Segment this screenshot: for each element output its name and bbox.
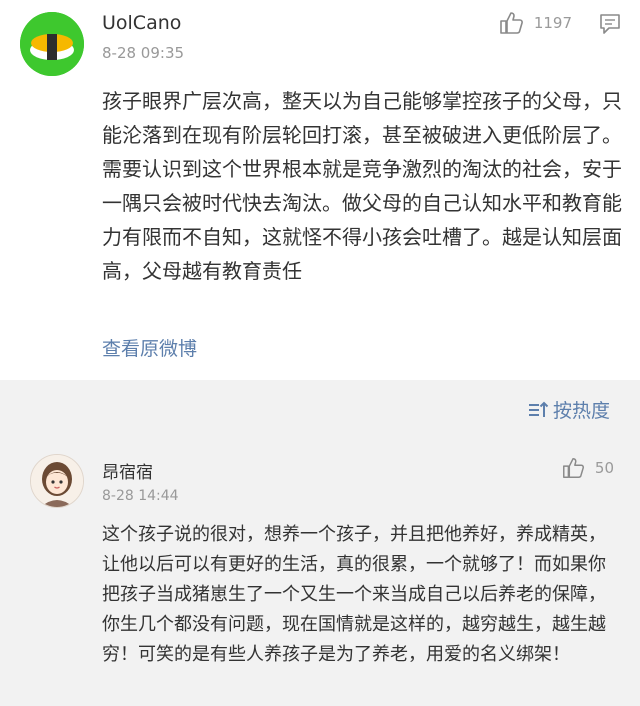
girl-avatar-icon [31,455,83,507]
comment-item: 昂宿宿 8-28 14:44 50 这个孩子说的很对，想养一个孩子，并且把他养好… [0,438,640,706]
post-username[interactable]: UolCano [102,12,181,34]
comment-button[interactable] [598,12,622,40]
like-count: 1197 [533,14,572,32]
avatar[interactable] [20,12,84,76]
sushi-avatar-icon [20,12,84,76]
sort-bar: 按热度 [0,380,640,438]
comment-like-button[interactable]: 50 [561,456,614,480]
post-time: 8-28 09:35 [102,44,185,62]
post-body: 孩子眼界广层次高，整天以为自己能够掌控孩子的父母，只能沦落到在现有阶层轮回打滚，… [102,89,622,283]
sort-label: 按热度 [552,400,610,422]
comment-like-count: 50 [594,459,614,477]
sort-by-heat-button[interactable]: 按热度 [527,396,610,423]
thumbs-up-icon[interactable] [561,456,585,480]
avatar[interactable] [30,454,84,508]
comment-body: 这个孩子说的很对，想养一个孩子，并且把他养好，养成精英，让他以后可以有更好的生活… [102,524,606,665]
sort-icon [528,401,549,417]
comment-icon[interactable] [598,12,622,36]
comment-username[interactable]: 昂宿宿 [102,458,153,483]
post-card: UolCano 8-28 09:35 1197 孩子眼界广层次高，整天以为自己能… [0,0,640,380]
comment-time: 8-28 14:44 [102,488,179,504]
view-original-link[interactable]: 查看原微博 [102,334,197,361]
thumbs-up-icon[interactable] [498,10,524,36]
like-button[interactable]: 1197 [498,10,572,36]
